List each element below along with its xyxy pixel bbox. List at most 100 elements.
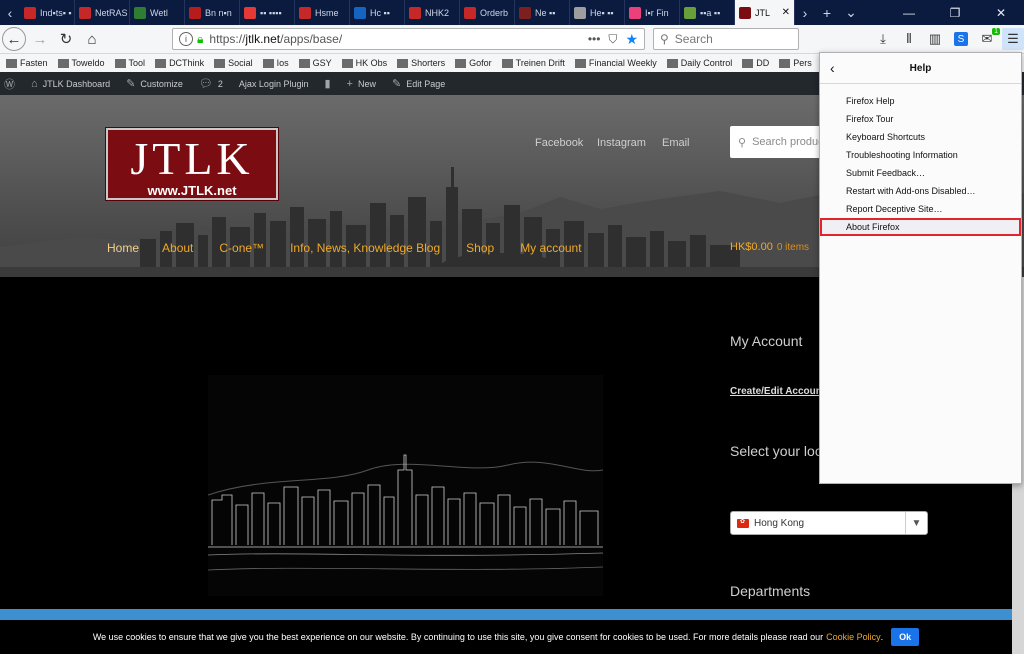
close-tab-icon[interactable]: ✕	[782, 7, 790, 18]
nav-home[interactable]: Home	[107, 241, 139, 255]
wp-customize[interactable]: ✎ Customize	[126, 77, 183, 90]
bookmark-item[interactable]: Treinen Drift	[501, 58, 565, 68]
help-panel-header: ‹ Help	[820, 53, 1021, 84]
tab-list-chevron-icon[interactable]: ⌄	[839, 0, 863, 25]
browser-tab[interactable]: ▪▪ ▪▪▪▪	[240, 0, 295, 25]
tab-favicon-icon	[24, 6, 36, 19]
social-facebook[interactable]: Facebook	[535, 137, 583, 149]
downloads-icon[interactable]: ⤓	[872, 28, 894, 50]
create-edit-account-link[interactable]: Create/Edit Account	[730, 386, 825, 397]
home-button[interactable]: ⌂	[80, 27, 104, 51]
nav-about[interactable]: About	[162, 241, 193, 255]
bookmark-item[interactable]: HK Obs	[341, 58, 387, 68]
minimize-icon[interactable]: —	[886, 0, 932, 25]
close-window-icon[interactable]: ✕	[978, 0, 1024, 25]
url-bar[interactable]: i 🔒︎ https://jtlk.net/apps/base/ ••• ⛉ ★	[172, 28, 645, 50]
bookmark-item[interactable]: Gofor	[455, 58, 492, 68]
browser-tab[interactable]: Hsme	[295, 0, 350, 25]
tab-label: Hsme	[315, 7, 339, 18]
browser-tab[interactable]: He▪ ▪▪	[570, 0, 625, 25]
bookmark-item[interactable]: Social	[214, 58, 253, 68]
back-arrow-icon[interactable]: ‹	[830, 60, 835, 76]
tab-favicon-icon	[134, 6, 146, 19]
browser-tab[interactable]: ▪▪a ▪▪	[680, 0, 735, 25]
forward-button[interactable]: →	[28, 27, 52, 51]
logo-url-text: www.JTLK.net	[147, 183, 237, 198]
nav-my-account[interactable]: My account	[520, 241, 581, 255]
browser-tab[interactable]: NetRAS	[75, 0, 130, 25]
browser-tab[interactable]: Ind▪ts▪ ▪	[20, 0, 75, 25]
bookmark-item[interactable]: Shorters	[397, 58, 445, 68]
social-email[interactable]: Email	[662, 137, 690, 149]
restore-icon[interactable]: ❐	[932, 0, 978, 25]
bookmark-star-icon[interactable]: ★	[625, 31, 638, 48]
browser-tab[interactable]: JTL ✕	[735, 0, 795, 25]
update-icon: ▮	[324, 78, 331, 90]
wp-dashboard[interactable]: ⌂ JTLK Dashboard	[31, 78, 110, 90]
browser-tab[interactable]: Bn n▪n	[185, 0, 240, 25]
location-select[interactable]: Hong Kong ▼	[730, 511, 928, 535]
wordpress-icon[interactable]: Ⓦ	[4, 76, 15, 92]
social-instagram[interactable]: Instagram	[597, 137, 646, 149]
bookmark-item[interactable]: Financial Weekly	[574, 58, 657, 68]
tab-scroll-right-icon[interactable]: ›	[795, 0, 815, 25]
tab-favicon-icon	[189, 6, 201, 19]
browser-tab[interactable]: Ne ▪▪	[515, 0, 570, 25]
site-logo[interactable]: JTLK www.JTLK.net	[106, 128, 278, 200]
bookmark-item[interactable]: DCThink	[155, 58, 204, 68]
page-actions-icon[interactable]: •••	[588, 32, 601, 46]
bookmark-item[interactable]: Toweldo	[57, 58, 105, 68]
wp-edit-page[interactable]: ✎ Edit Page	[392, 77, 445, 90]
chevron-down-icon[interactable]: ▼	[905, 512, 927, 534]
browser-tab[interactable]: Hc ▪▪	[350, 0, 405, 25]
reload-button[interactable]: ↻	[54, 27, 78, 51]
bookmark-item[interactable]: Tool	[114, 58, 145, 68]
help-item-report-deceptive-site[interactable]: Report Deceptive Site…	[820, 200, 1021, 218]
wp-updates[interactable]: ▮	[324, 77, 330, 90]
help-item-submit-feedback[interactable]: Submit Feedback…	[820, 164, 1021, 182]
tab-favicon-icon	[739, 6, 751, 19]
help-item-about-firefox[interactable]: About Firefox	[820, 218, 1021, 236]
extension-icon[interactable]: ✉ 1	[976, 28, 1000, 50]
browser-tab[interactable]: NHK2	[405, 0, 460, 25]
product-search-input[interactable]: ⚲ Search products…	[730, 126, 843, 158]
bookmark-item[interactable]: Daily Control	[666, 58, 732, 68]
search-input[interactable]: ⚲ Search	[653, 28, 799, 50]
wp-comments[interactable]: 💬︎ 2	[199, 77, 223, 90]
bookmark-item[interactable]: Ios	[262, 58, 289, 68]
browser-tab[interactable]: Wetl	[130, 0, 185, 25]
help-item-restart-with-add-ons-disabled[interactable]: Restart with Add-ons Disabled…	[820, 182, 1021, 200]
bookmark-item[interactable]: Fasten	[6, 58, 48, 68]
cart-link[interactable]: HK$0.00 0 items	[730, 241, 809, 253]
cookie-ok-button[interactable]: Ok	[891, 628, 920, 646]
nav-c-one[interactable]: C-one™	[219, 241, 264, 255]
library-icon[interactable]: ⫴	[898, 28, 920, 50]
pocket-icon[interactable]: ⛉	[608, 32, 617, 47]
tab-scroll-left-icon[interactable]: ‹	[0, 0, 20, 25]
info-icon[interactable]: i	[179, 32, 193, 46]
bookmark-item[interactable]: Pers	[779, 58, 812, 68]
nav-shop[interactable]: Shop	[466, 241, 494, 255]
bookmark-item[interactable]: GSY	[298, 58, 332, 68]
brush-icon: ✎	[126, 78, 136, 90]
browser-tab[interactable]: I▪r Fin	[625, 0, 680, 25]
nav-info-blog[interactable]: Info, News, Knowledge Blog	[290, 241, 440, 255]
folder-icon	[298, 58, 310, 68]
tab-label: Hc ▪▪	[370, 7, 390, 18]
new-tab-icon[interactable]: +	[815, 0, 839, 25]
extension-s-icon[interactable]: S	[954, 32, 968, 46]
help-item-troubleshooting-information[interactable]: Troubleshooting Information	[820, 146, 1021, 164]
hamburger-menu-icon[interactable]: ☰	[1002, 28, 1024, 50]
help-item-keyboard-shortcuts[interactable]: Keyboard Shortcuts	[820, 128, 1021, 146]
help-item-firefox-help[interactable]: Firefox Help	[820, 92, 1021, 110]
wp-new[interactable]: + New	[347, 78, 376, 90]
folder-icon	[455, 58, 467, 68]
wp-ajax-login[interactable]: Ajax Login Plugin	[239, 79, 309, 89]
folder-icon	[779, 58, 791, 68]
back-button[interactable]: ←	[2, 27, 26, 51]
sidebar-icon[interactable]: ▥	[924, 28, 946, 50]
bookmark-item[interactable]: DD	[742, 58, 769, 68]
cookie-policy-link[interactable]: Cookie Policy	[826, 632, 881, 642]
help-item-firefox-tour[interactable]: Firefox Tour	[820, 110, 1021, 128]
browser-tab[interactable]: Orderb	[460, 0, 515, 25]
